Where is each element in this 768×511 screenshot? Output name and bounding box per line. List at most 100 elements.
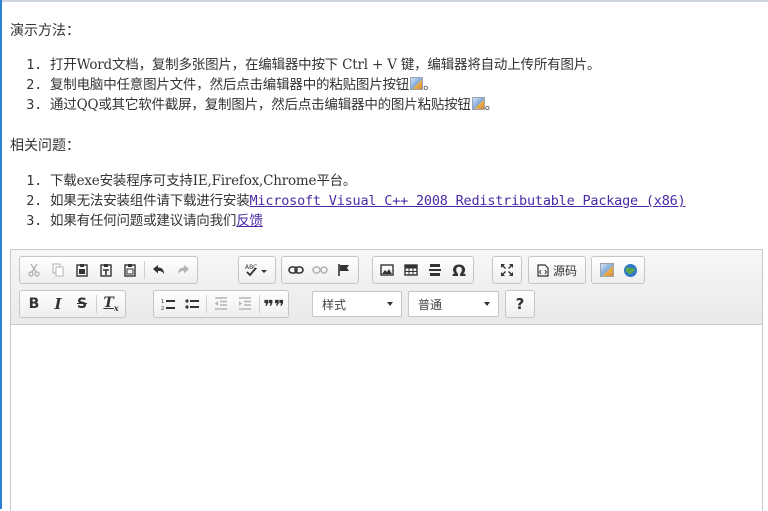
redo-button[interactable] (171, 259, 195, 281)
italic-button[interactable]: I (46, 293, 70, 315)
indent-button[interactable] (233, 293, 257, 315)
demo-item-2: 复制电脑中任意图片文件，然后点击编辑器中的粘贴图片按钮。 (50, 75, 600, 95)
bold-icon: B (28, 296, 40, 312)
demo-heading: 演示方法： (10, 23, 80, 39)
plugins-group (591, 256, 645, 284)
demo-list: 打开Word文档，复制多张图片，在编辑器中按下 Ctrl + V 键，编辑器将自… (10, 55, 601, 115)
demo-item-2-end: 。 (423, 77, 437, 93)
strike-button[interactable]: S (70, 293, 94, 315)
spellcheck-button[interactable]: ABC (241, 259, 273, 281)
help-button[interactable]: ? (508, 293, 532, 315)
svg-text:1: 1 (161, 299, 164, 305)
lists-group: 12 ❞❞ (153, 290, 289, 318)
paste-image-button[interactable] (594, 259, 618, 281)
anchor-button[interactable] (332, 259, 356, 281)
format-combo-label: 样式 (322, 297, 347, 312)
spellcheck-icon: ABC (245, 264, 267, 277)
unlink-icon (312, 266, 328, 274)
rich-text-editor: ABC Ω 源码 B I S Tx 1 2 ❞❞ 样式 普通 ? (10, 249, 763, 511)
paste-image-icon (599, 263, 614, 277)
remove-format-button[interactable]: Tx (99, 293, 123, 315)
related-item-2-text: 如果无法安装组件请下载进行安装 (50, 193, 250, 209)
insert-group: Ω (372, 256, 474, 284)
chevron-down-icon (387, 302, 393, 306)
separator (206, 295, 207, 313)
demo-item-1-text: 打开Word文档，复制多张图片，在编辑器中按下 Ctrl + V 键，编辑器将自… (50, 57, 601, 73)
scissors-icon (28, 263, 40, 277)
feedback-link[interactable]: 反馈 (236, 213, 263, 229)
link-icon (288, 266, 304, 274)
editor-toolbar: ABC Ω 源码 B I S Tx 1 2 ❞❞ 样式 普通 ? (11, 250, 762, 325)
clipboard-icon (76, 264, 88, 277)
table-icon (404, 264, 418, 276)
paste-text-icon (100, 264, 112, 277)
numbered-list-button[interactable]: 12 (156, 293, 180, 315)
horizontal-rule-button[interactable] (423, 259, 447, 281)
paste-image-icon (410, 77, 424, 90)
source-icon (537, 263, 549, 277)
source-button[interactable]: 源码 (531, 259, 583, 281)
left-accent-border (0, 0, 2, 509)
outdent-button[interactable] (209, 293, 233, 315)
chevron-down-icon (484, 302, 490, 306)
links-group (281, 256, 359, 284)
globe-icon (623, 263, 637, 277)
web-button[interactable] (618, 259, 642, 281)
editor-content-area[interactable] (11, 326, 762, 511)
bold-button[interactable]: B (22, 293, 46, 315)
paste-word-button[interactable] (118, 259, 142, 281)
redo-icon (178, 265, 189, 274)
horizontal-rule-icon (429, 264, 441, 276)
undo-button[interactable] (147, 259, 171, 281)
link-button[interactable] (284, 259, 308, 281)
cut-button[interactable] (22, 259, 46, 281)
image-icon (380, 264, 394, 276)
related-heading: 相关问题： (10, 138, 80, 154)
indent-icon (239, 297, 251, 310)
basic-styles-group: B I S Tx (19, 290, 126, 318)
related-item-2: 如果无法安装组件请下载进行安装Microsoft Visual C++ 2008… (50, 191, 686, 211)
source-label: 源码 (553, 263, 578, 278)
related-item-3: 如果有任何问题或建议请向我们反馈 (50, 211, 686, 231)
related-list: 下载exe安装程序可支持IE,Firefox,Chrome平台。 如果无法安装组… (10, 171, 686, 231)
maximize-icon (501, 264, 513, 276)
image-paste-icon (471, 97, 485, 110)
separator (259, 295, 260, 313)
omega-icon: Ω (452, 260, 466, 280)
paragraph-combo[interactable]: 普通 (408, 291, 499, 317)
remove-format-icon: Tx (103, 295, 119, 313)
paste-text-button[interactable] (94, 259, 118, 281)
paste-button[interactable] (70, 259, 94, 281)
numbered-list-icon: 12 (161, 299, 175, 311)
separator (96, 295, 97, 313)
maximize-button[interactable] (495, 259, 519, 281)
format-combo[interactable]: 样式 (312, 291, 402, 317)
copy-icon (52, 263, 64, 277)
paste-word-icon (124, 264, 136, 277)
table-button[interactable] (399, 259, 423, 281)
source-group: 源码 (528, 256, 587, 284)
paragraph-combo-label: 普通 (418, 297, 443, 312)
italic-icon: I (54, 295, 62, 313)
undo-icon (153, 265, 164, 274)
spellcheck-group: ABC (238, 256, 276, 284)
copy-button[interactable] (46, 259, 70, 281)
help-icon: ? (515, 295, 525, 313)
outdent-icon (215, 297, 227, 310)
demo-item-1: 打开Word文档，复制多张图片，在编辑器中按下 Ctrl + V 键，编辑器将自… (50, 55, 601, 75)
vc-redist-link[interactable]: Microsoft Visual C++ 2008 Redistributabl… (250, 193, 686, 209)
bulleted-list-button[interactable] (180, 293, 204, 315)
blockquote-button[interactable]: ❞❞ (262, 293, 286, 318)
related-item-1: 下载exe安装程序可支持IE,Firefox,Chrome平台。 (50, 171, 686, 191)
maximize-group (492, 256, 522, 284)
special-char-button[interactable]: Ω (447, 259, 471, 281)
demo-item-3-text: 通过QQ或其它软件截屏，复制图片，然后点击编辑器中的图片粘贴按钮 (50, 97, 471, 113)
unlink-button[interactable] (308, 259, 332, 281)
demo-item-3: 通过QQ或其它软件截屏，复制图片，然后点击编辑器中的图片粘贴按钮。 (50, 95, 600, 115)
image-button[interactable] (375, 259, 399, 281)
related-item-3-text: 如果有任何问题或建议请向我们 (50, 213, 237, 229)
strikethrough-icon: S (76, 296, 88, 312)
quote-icon: ❞❞ (263, 296, 285, 318)
svg-text:2: 2 (161, 306, 164, 311)
separator (144, 261, 145, 279)
